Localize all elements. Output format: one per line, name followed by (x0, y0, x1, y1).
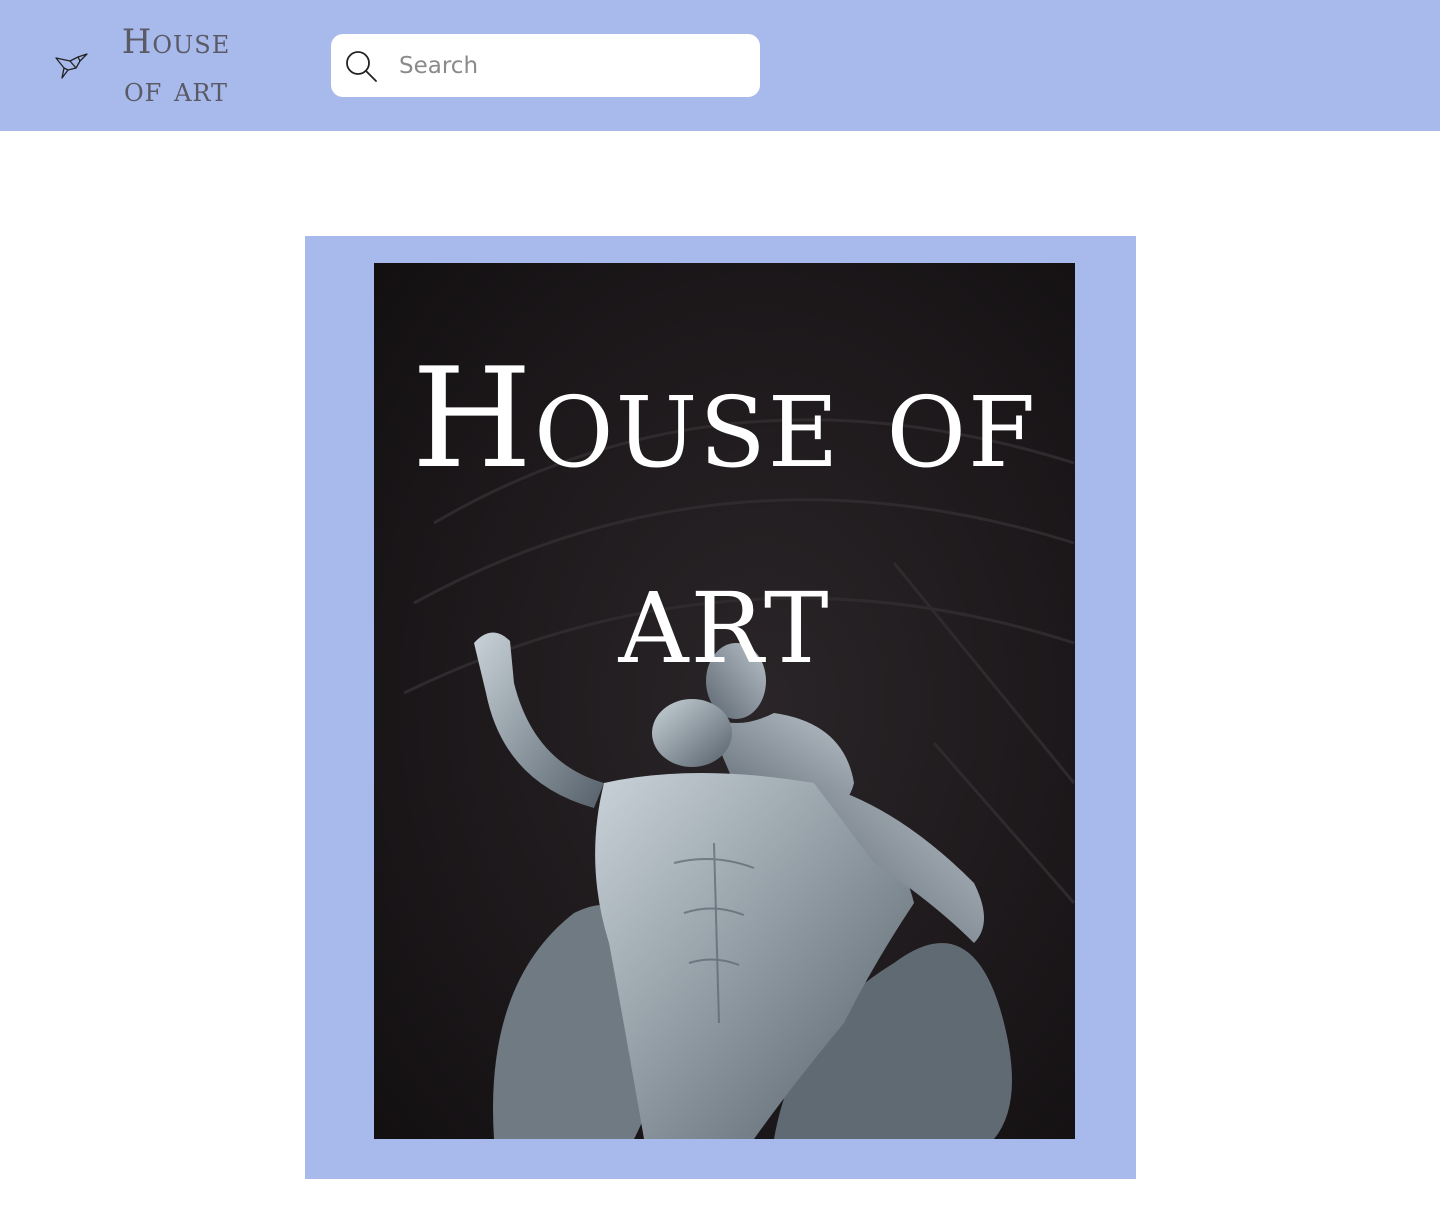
hero-frame: House of art (305, 236, 1136, 1179)
origami-bird-icon[interactable] (54, 48, 90, 82)
site-header: House of art (0, 0, 1440, 131)
hero-image: House of art (374, 263, 1075, 1139)
hero-title: House of art (411, 338, 1038, 695)
site-logo-text[interactable]: House of art (106, 18, 246, 114)
search-bar[interactable] (331, 34, 760, 97)
search-input[interactable] (399, 48, 739, 84)
search-icon[interactable] (343, 48, 379, 84)
